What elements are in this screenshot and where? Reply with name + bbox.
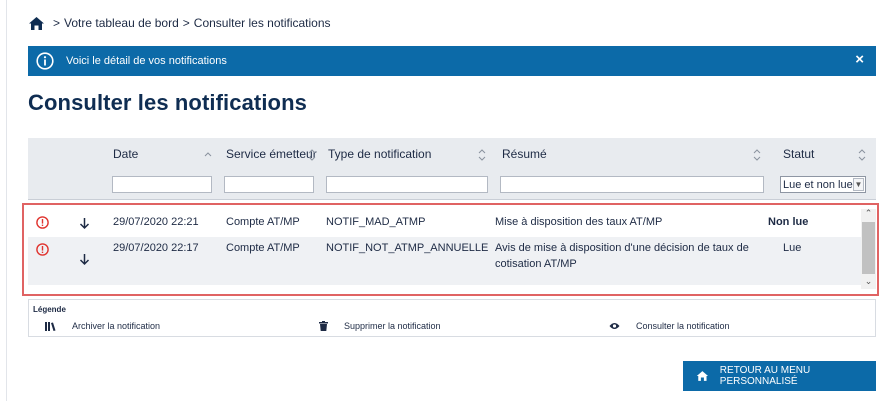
info-banner: Voici le détail de vos notifications × [28,46,876,76]
breadcrumb-separator: > [182,16,190,30]
breadcrumb: > Votre tableau de bord > Consulter les … [28,13,331,33]
close-icon[interactable]: × [855,52,864,68]
legend-archive-label: Archiver la notification [72,321,161,331]
status-filter-value: Lue et non lue [783,178,853,191]
column-header-summary[interactable]: Résumé [502,147,547,161]
info-icon [36,52,54,70]
home-icon [696,371,709,381]
page-title: Consulter les notifications [28,90,307,115]
breadcrumb-item-current: Consulter les notifications [193,16,331,30]
column-header-status[interactable]: Statut [783,147,814,161]
legend: Légende Archiver la notification Supprim… [28,299,876,337]
legend-item-archive: Archiver la notification [45,321,160,331]
service-filter-input[interactable] [224,176,314,193]
column-header-service[interactable]: Service émetteur [226,147,317,161]
legend-title: Légende [33,305,66,314]
table-header: Date Service émetteur Type de notificati… [28,138,876,200]
breadcrumb-separator: > [53,16,61,30]
eye-icon [609,323,620,329]
archive-icon [45,321,56,331]
status-filter-select[interactable]: Lue et non lue ▼ [780,176,866,193]
page-left-rule [6,0,7,401]
date-filter-input[interactable] [112,176,212,193]
home-icon[interactable] [28,16,45,31]
column-header-type[interactable]: Type de notification [328,147,431,161]
back-button-label: RETOUR AU MENU PERSONNALISÉ [719,365,811,387]
legend-view-label: Consulter la notification [636,321,730,331]
trash-icon [319,321,328,331]
banner-message: Voici le détail de vos notifications [66,55,227,67]
type-filter-input[interactable] [326,176,488,193]
sort-icon[interactable] [478,148,486,162]
sort-icon[interactable] [858,148,866,162]
chevron-down-icon[interactable]: ▼ [853,178,864,191]
legend-item-delete: Supprimer la notification [319,321,441,331]
legend-item-view: Consulter la notification [609,321,730,331]
breadcrumb-item-dashboard[interactable]: Votre tableau de bord [64,16,179,30]
summary-filter-input[interactable] [500,176,764,193]
sort-icon[interactable] [753,148,761,162]
highlight-frame [22,203,879,296]
legend-delete-label: Supprimer la notification [344,321,441,331]
sort-icon[interactable] [308,148,316,162]
sort-asc-icon[interactable] [204,148,212,162]
column-header-date[interactable]: Date [113,147,138,161]
back-to-menu-button[interactable]: RETOUR AU MENU PERSONNALISÉ [683,361,876,391]
